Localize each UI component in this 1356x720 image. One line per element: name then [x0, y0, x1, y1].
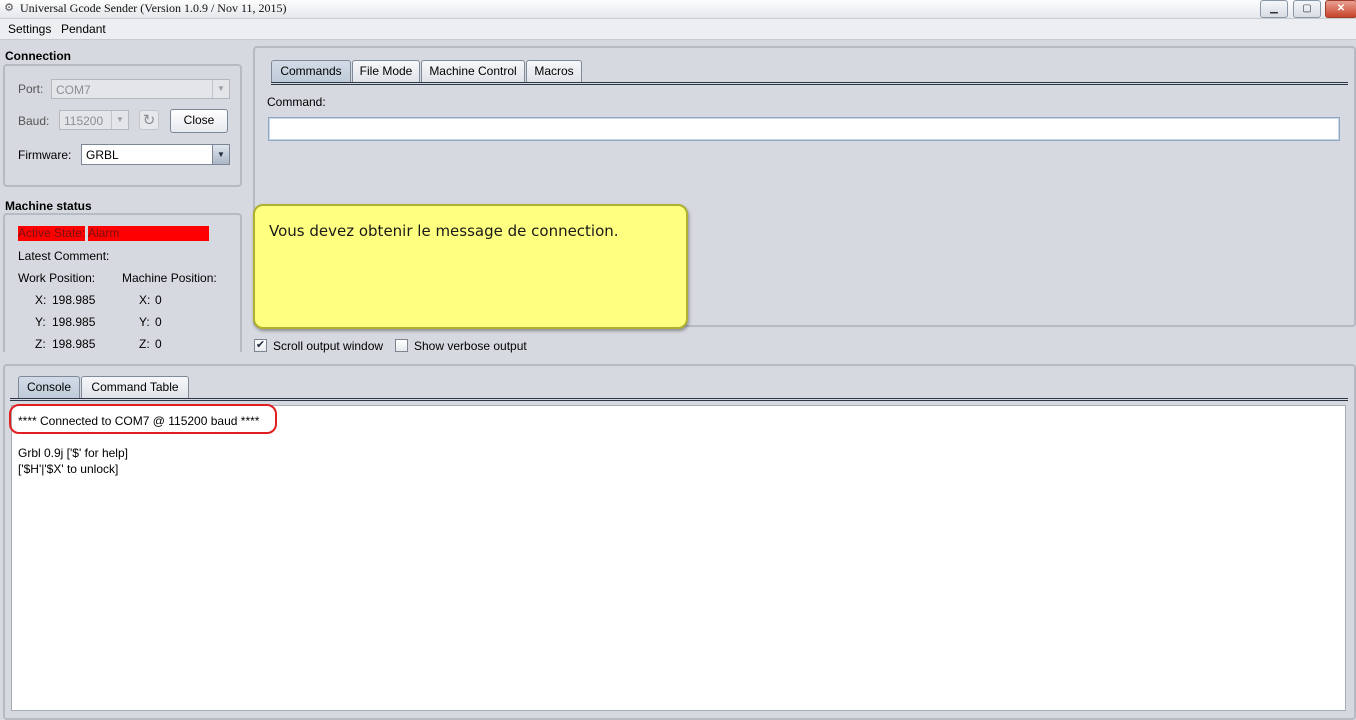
port-value: COM7: [56, 83, 91, 97]
machine-z-value: 0: [155, 337, 162, 351]
scroll-output-checkbox[interactable]: ✔: [254, 339, 267, 352]
machine-x-label: X:: [139, 293, 151, 307]
close-window-button[interactable]: ✕: [1325, 0, 1356, 18]
firmware-value: GRBL: [86, 148, 119, 162]
connection-title: Connection: [5, 49, 71, 63]
latest-comment-label: Latest Comment:: [18, 249, 110, 263]
port-label: Port:: [18, 82, 44, 96]
title-bar: ⚙ Universal Gcode Sender (Version 1.0.9 …: [0, 0, 1356, 19]
baud-label: Baud:: [18, 114, 50, 128]
work-y-value: 198.985: [52, 315, 96, 329]
command-tabs: Commands File Mode Machine Control Macro…: [271, 60, 1348, 88]
active-state-value: Alarm: [88, 226, 209, 241]
app-icon: ⚙: [4, 2, 14, 14]
connection-highlight: [9, 404, 277, 434]
verbose-output-checkbox[interactable]: [395, 339, 408, 352]
chevron-down-icon: ▼: [212, 80, 229, 98]
tab-console[interactable]: Console: [18, 376, 80, 398]
chevron-down-icon: ▼: [111, 111, 128, 129]
annotation-callout: Vous devez obtenir le message de connect…: [253, 204, 688, 329]
work-y-label: Y:: [35, 315, 46, 329]
baud-value: 115200: [64, 114, 104, 128]
work-position-label: Work Position:: [18, 271, 96, 285]
command-label: Command:: [267, 95, 326, 109]
tab-divider: [10, 398, 1348, 401]
firmware-select[interactable]: GRBL ▼: [81, 144, 230, 165]
window-title: Universal Gcode Sender (Version 1.0.9 / …: [20, 1, 287, 15]
machine-y-label: Y:: [139, 315, 150, 329]
close-connection-button[interactable]: Close: [170, 109, 228, 133]
menu-bar: Settings Pendant: [0, 19, 1356, 40]
verbose-output-label: Show verbose output: [414, 339, 527, 353]
tab-machine-control[interactable]: Machine Control: [421, 60, 525, 82]
refresh-icon[interactable]: ↻: [139, 110, 159, 130]
firmware-label: Firmware:: [18, 148, 72, 162]
machine-position-label: Machine Position:: [122, 271, 217, 285]
tab-macros[interactable]: Macros: [526, 60, 582, 82]
work-z-value: 198.985: [52, 337, 96, 351]
console-output[interactable]: **** Connected to COM7 @ 115200 baud ***…: [11, 405, 1346, 711]
command-input[interactable]: [268, 117, 1340, 141]
active-state-label: Active State:: [18, 226, 86, 241]
callout-text: Vous devez obtenir le message de connect…: [269, 222, 619, 240]
chevron-down-icon: ▼: [212, 145, 229, 164]
menu-pendant[interactable]: Pendant: [61, 22, 106, 36]
minimize-button[interactable]: ▁: [1260, 0, 1288, 18]
machine-y-value: 0: [155, 315, 162, 329]
machine-x-value: 0: [155, 293, 162, 307]
menu-settings[interactable]: Settings: [8, 22, 51, 36]
tab-commands[interactable]: Commands: [271, 60, 351, 82]
console-line: ['$H'|'$X' to unlock]: [18, 462, 119, 476]
work-x-label: X:: [35, 293, 47, 307]
maximize-button[interactable]: ▢: [1293, 0, 1321, 18]
tab-file-mode[interactable]: File Mode: [352, 60, 420, 82]
machine-status-title: Machine status: [5, 199, 92, 213]
baud-select[interactable]: 115200 ▼: [59, 110, 129, 130]
console-line: Grbl 0.9j ['$' for help]: [18, 446, 128, 460]
tab-divider: [271, 82, 1348, 85]
scroll-output-label: Scroll output window: [273, 339, 384, 353]
work-x-value: 198.985: [52, 293, 96, 307]
console-tabs: Console Command Table: [10, 376, 1348, 404]
work-z-label: Z:: [35, 337, 46, 351]
tab-command-table[interactable]: Command Table: [81, 376, 189, 398]
machine-z-label: Z:: [139, 337, 150, 351]
port-select[interactable]: COM7 ▼: [51, 79, 230, 99]
